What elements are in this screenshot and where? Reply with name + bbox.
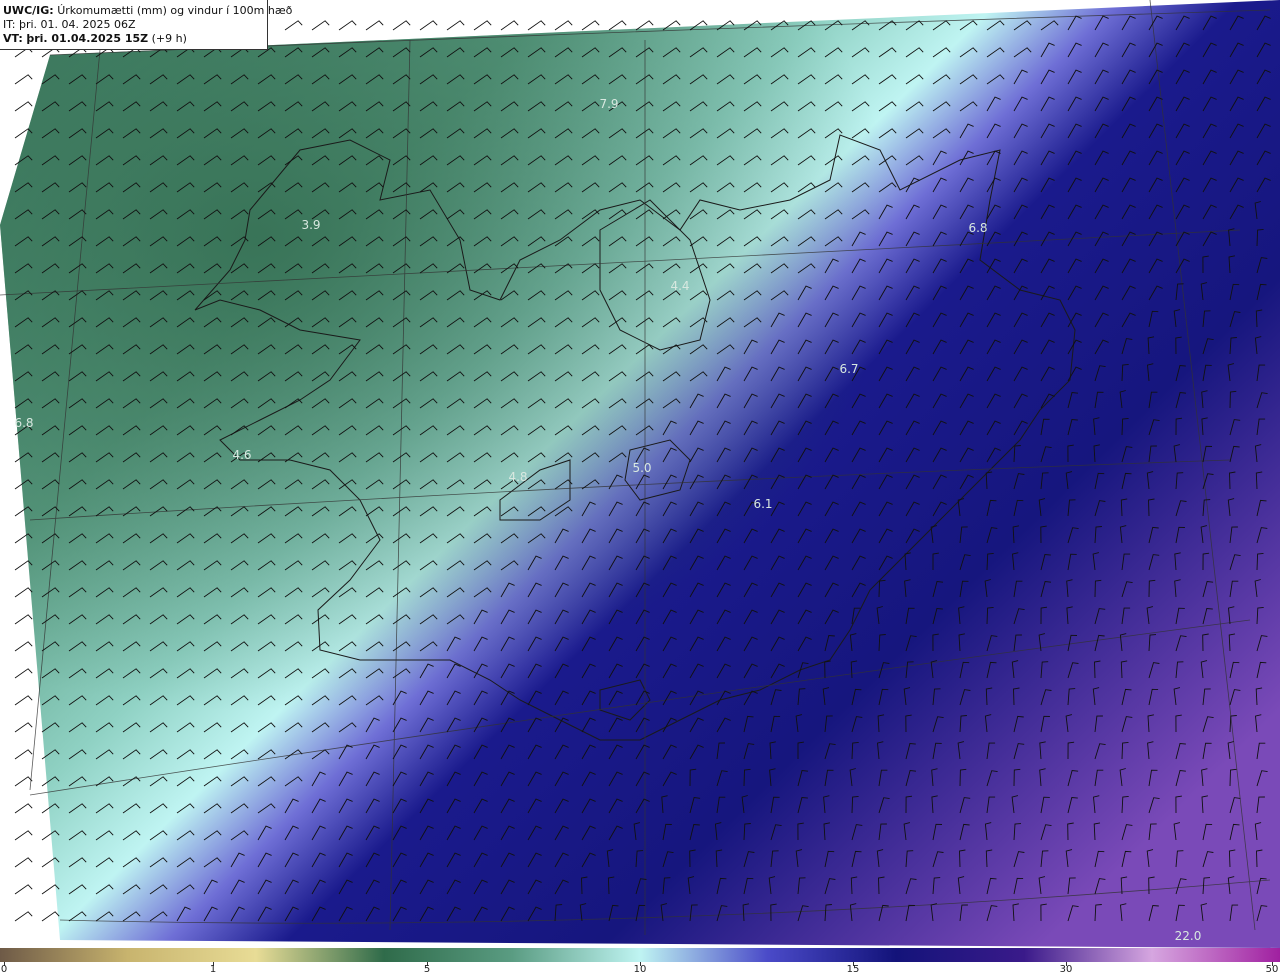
map-value-label: 4.8 [508,470,527,484]
wind-barb [14,74,33,85]
map-title: Úrkomumætti (mm) og vindur í 100m hæð [57,4,293,17]
colorbar-tick-label: 50 [1265,964,1279,975]
map-header: UWC/IG: Úrkomumætti (mm) og vindur í 100… [0,0,292,50]
wind-barb [14,587,33,598]
precipitation-map: 7.9 3.9 6.8 4.4 6.7 6.8 4.6 4.8 5.0 6.1 22.0 [0,0,1280,948]
wind-barb [14,884,33,895]
wind-barb [14,695,33,706]
map-value-label: 5.0 [632,461,651,475]
initial-time: IT: þri. 01. 04. 2025 06Z [3,18,136,31]
map-value-label: 7.9 [599,97,618,111]
map-value-label: 6.8 [14,416,33,430]
colorbar-tick-label: 0 [0,964,8,975]
valid-time-label: VT: [3,32,23,45]
wind-barb [41,911,60,922]
wind-barb [14,776,33,787]
colorbar-tick-label: 30 [1059,964,1073,975]
colorbar-ramp [0,948,1280,962]
colorbar-tick-label: 1 [209,964,217,975]
map-value-label: 4.4 [670,279,689,293]
wind-barb [14,101,33,112]
wind-barb [14,749,33,760]
map-value-label: 6.7 [839,362,858,376]
wind-barb [14,722,33,733]
colorbar-tick-label: 15 [846,964,860,975]
wind-barb [14,641,33,652]
colorbar-tick-label: 10 [633,964,647,975]
wind-barb [14,614,33,625]
map-value-label: 6.1 [753,497,772,511]
wind-barb [14,830,33,841]
map-value-label: 3.9 [301,218,320,232]
colorbar-tick-label: 5 [423,964,431,975]
map-value-label: 22.0 [1175,929,1202,943]
wind-barb [14,803,33,814]
wind-barb [14,857,33,868]
map-value-label: 6.8 [968,221,987,235]
map-value-label: 4.6 [232,448,251,462]
wind-barb [14,668,33,679]
valid-time: þri. 01.04.2025 15Z [26,32,149,45]
wind-barb [14,911,33,922]
forecast-offset: (+9 h) [151,32,187,45]
colorbar: 0 1 5 10 15 30 50 [0,948,1280,978]
model-name: UWC/IG: [3,4,54,17]
valid-time-line: VT: þri. 01.04.2025 15Z (+9 h) [3,32,267,46]
title-line: UWC/IG: Úrkomumætti (mm) og vindur í 100… [3,4,292,18]
